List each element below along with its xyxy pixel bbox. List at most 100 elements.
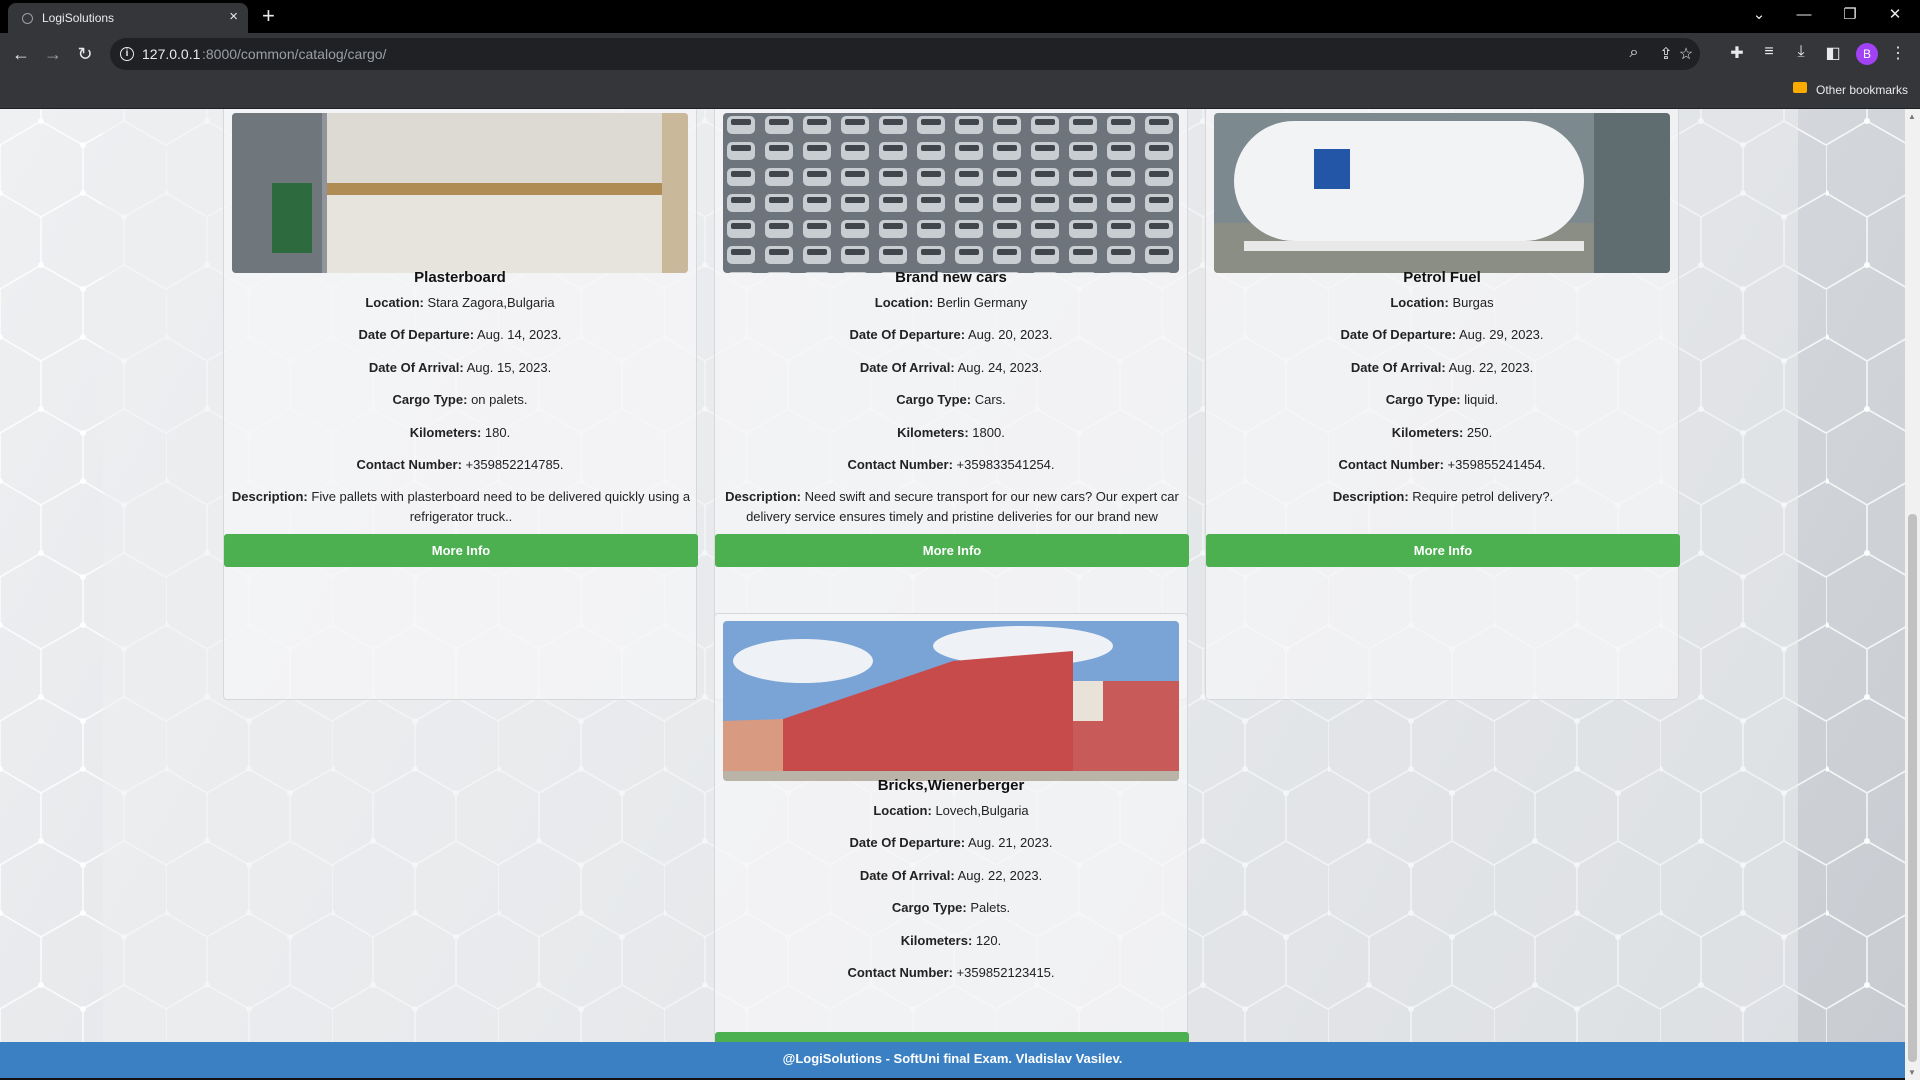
reload-icon[interactable]: ↻ — [72, 42, 98, 66]
field-value: Lovech,Bulgaria — [935, 803, 1029, 818]
arrival-field: Date Of Arrival: Aug. 24, 2023. — [715, 360, 1187, 375]
url-path: :8000/common/catalog/cargo/ — [202, 46, 387, 62]
field-label: Contact Number: — [356, 457, 462, 472]
site-info-icon[interactable]: i — [120, 47, 134, 61]
field-value: +359855241454. — [1447, 457, 1546, 472]
media-control-icon[interactable]: ≡ — [1757, 43, 1781, 61]
tab-search-icon[interactable]: ⌄ — [1736, 3, 1782, 27]
location-field: Location: Stara Zagora,Bulgaria — [224, 295, 696, 310]
more-info-button[interactable]: More Info — [715, 534, 1189, 567]
cargo-type-field: Cargo Type: Palets. — [715, 900, 1187, 915]
more-info-button[interactable]: More Info — [224, 534, 698, 567]
field-label: Contact Number: — [847, 457, 953, 472]
profile-avatar[interactable]: B — [1856, 43, 1878, 65]
cargo-card-petrol: Petrol Fuel Location: Burgas Date Of Dep… — [1205, 109, 1680, 700]
page-viewport: Plasterboard Location: Stara Zagora,Bulg… — [0, 109, 1905, 1080]
card-title: Petrol Fuel — [1403, 269, 1481, 286]
scroll-down-icon[interactable]: ▼ — [1908, 1068, 1916, 1077]
field-label: Cargo Type: — [392, 392, 468, 407]
field-value: +359852123415. — [956, 965, 1055, 980]
field-label: Date Of Departure: — [1340, 327, 1457, 342]
arrival-field: Date Of Arrival: Aug. 22, 2023. — [1206, 360, 1678, 375]
field-value: Berlin Germany — [936, 295, 1028, 310]
field-value: Aug. 29, 2023. — [1458, 327, 1544, 342]
field-label: Kilometers: — [409, 425, 482, 440]
field-value: +359852214785. — [465, 457, 564, 472]
minimize-icon[interactable]: — — [1781, 3, 1827, 27]
field-value: Require petrol delivery?. — [1412, 489, 1554, 504]
page-scrollbar[interactable]: ▲ ▼ — [1905, 109, 1920, 1080]
field-value: Burgas — [1452, 295, 1494, 310]
field-label: Kilometers: — [897, 425, 969, 440]
kilometers-field: Kilometers: 180. — [224, 425, 696, 440]
scroll-up-icon[interactable]: ▲ — [1908, 112, 1916, 121]
zoom-icon[interactable]: ⌕ — [1622, 44, 1646, 62]
description-field: Description: Five pallets with plasterbo… — [230, 487, 692, 527]
cargo-photo-petrol — [1214, 113, 1670, 273]
more-info-button[interactable]: More Info — [1206, 534, 1680, 567]
kilometers-field: Kilometers: 1800. — [715, 425, 1187, 440]
card-title: Bricks,Wienerberger — [877, 777, 1025, 794]
field-value: Aug. 20, 2023. — [967, 327, 1053, 342]
back-icon[interactable]: ← — [8, 42, 34, 66]
kilometers-field: Kilometers: 120. — [715, 933, 1187, 948]
arrival-field: Date Of Arrival: Aug. 15, 2023. — [224, 360, 696, 375]
scroll-thumb[interactable] — [1908, 514, 1917, 1062]
field-value: Need swift and secure transport for our … — [746, 489, 1179, 524]
departure-field: Date Of Departure: Aug. 21, 2023. — [715, 835, 1187, 850]
field-value: Aug. 14, 2023. — [476, 327, 562, 342]
menu-icon[interactable]: ⋮ — [1886, 43, 1910, 63]
cargo-photo-bricks — [723, 621, 1179, 781]
bookmark-star-icon[interactable]: ☆ — [1674, 44, 1698, 64]
field-label: Kilometers: — [900, 933, 973, 948]
browser-titlebar: LogiSolutions × + ⌄ — ❐ ✕ — [0, 0, 1920, 33]
folder-icon — [1793, 82, 1807, 93]
field-value: 1800. — [972, 425, 1005, 440]
close-tab-icon[interactable]: × — [229, 8, 238, 25]
cargo-type-field: Cargo Type: on palets. — [224, 392, 696, 407]
address-bar[interactable]: i 127.0.0.1 :8000/common/catalog/cargo/ … — [110, 38, 1700, 70]
field-value: 120. — [975, 933, 1002, 948]
browser-toolbar: ← → ↻ i 127.0.0.1 :8000/common/catalog/c… — [0, 33, 1920, 76]
browser-tab[interactable]: LogiSolutions × — [8, 3, 248, 33]
globe-icon — [22, 13, 33, 24]
field-value: 180. — [484, 425, 511, 440]
cargo-photo-plasterboard — [232, 113, 688, 273]
location-field: Location: Berlin Germany — [715, 295, 1187, 310]
field-label: Location: — [365, 295, 424, 310]
bookmarks-bar: Other bookmarks — [0, 76, 1920, 109]
field-label: Date Of Arrival: — [1350, 360, 1446, 375]
close-window-icon[interactable]: ✕ — [1872, 3, 1918, 27]
field-value: Stara Zagora,Bulgaria — [427, 295, 555, 310]
departure-field: Date Of Departure: Aug. 29, 2023. — [1206, 327, 1678, 342]
page-footer: @LogiSolutions - SoftUni final Exam. Vla… — [0, 1042, 1905, 1080]
card-title: Plasterboard — [414, 269, 506, 286]
side-panel-icon[interactable]: ◧ — [1821, 43, 1845, 63]
field-label: Location: — [873, 803, 932, 818]
restore-icon[interactable]: ❐ — [1827, 3, 1873, 27]
card-title: Brand new cars — [895, 269, 1007, 286]
field-label: Date Of Departure: — [849, 327, 966, 342]
field-value: Aug. 21, 2023. — [967, 835, 1053, 850]
field-label: Cargo Type: — [896, 392, 972, 407]
extensions-icon[interactable]: ✚ — [1725, 43, 1749, 63]
arrival-field: Date Of Arrival: Aug. 22, 2023. — [715, 868, 1187, 883]
other-bookmarks[interactable]: Other bookmarks — [1816, 83, 1908, 97]
new-tab-button[interactable]: + — [262, 3, 275, 29]
tab-title: LogiSolutions — [42, 11, 115, 25]
field-label: Date Of Arrival: — [859, 360, 955, 375]
contact-field: Contact Number: +359833541254. — [715, 457, 1187, 472]
contact-field: Contact Number: +359855241454. — [1206, 457, 1678, 472]
download-icon[interactable]: ⤓ — [1789, 43, 1813, 61]
location-field: Location: Burgas — [1206, 295, 1678, 310]
cargo-photo-cars — [723, 113, 1179, 273]
field-label: Contact Number: — [1338, 457, 1444, 472]
field-value: 250. — [1466, 425, 1493, 440]
description-field: Description: Need swift and secure trans… — [721, 487, 1183, 527]
field-label: Date Of Departure: — [849, 835, 966, 850]
field-value: Aug. 22, 2023. — [1448, 360, 1534, 375]
field-label: Date Of Arrival: — [859, 868, 955, 883]
field-label: Kilometers: — [1391, 425, 1464, 440]
cargo-type-field: Cargo Type: Cars. — [715, 392, 1187, 407]
forward-icon[interactable]: → — [40, 42, 66, 66]
